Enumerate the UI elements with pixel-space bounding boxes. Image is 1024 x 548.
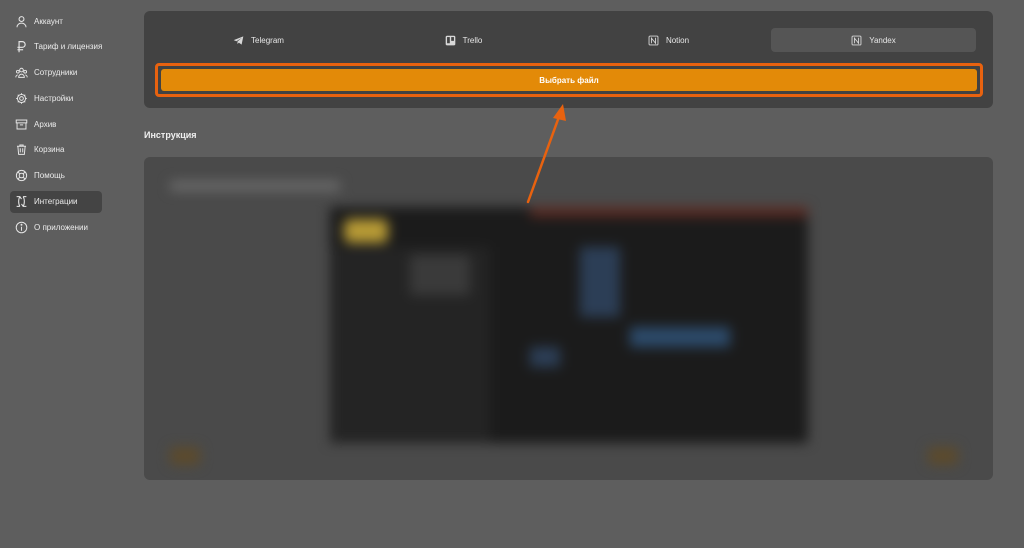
choose-file-highlight: Выбрать файл [155, 63, 983, 97]
sidebar-item-integrations[interactable]: Интеграции [10, 190, 102, 213]
sidebar-item-about[interactable]: О приложении [10, 216, 102, 238]
blurred-topbar [530, 207, 808, 217]
notion-icon [648, 35, 659, 46]
blurred-block [410, 255, 470, 295]
ruble-icon [15, 40, 28, 53]
tab-label: Notion [665, 35, 690, 45]
blurred-logo [344, 219, 388, 243]
sidebar-item-archive[interactable]: Архив [10, 113, 102, 135]
sidebar-item-account[interactable]: Аккаунт [10, 10, 102, 32]
sidebar: Аккаунт Тариф и лицензия Сотрудники Наст… [10, 10, 102, 242]
instruction-image [144, 157, 993, 480]
sidebar-item-tariff[interactable]: Тариф и лицензия [10, 36, 102, 58]
integration-tabs: Telegram Trello Notion Yandex [156, 28, 976, 52]
info-icon [15, 221, 28, 234]
sidebar-item-employees[interactable]: Сотрудники [10, 62, 102, 84]
gear-icon [15, 92, 28, 105]
integrations-icon [15, 195, 28, 208]
app-window: Аккаунт Тариф и лицензия Сотрудники Наст… [0, 0, 1024, 548]
tab-label: Trello [462, 35, 483, 45]
sidebar-item-label: Интеграции [34, 197, 78, 207]
instruction-title: Инструкция [144, 130, 197, 140]
sidebar-item-label: Сотрудники [34, 68, 78, 78]
sidebar-item-label: Корзина [34, 145, 65, 155]
integration-panel: Telegram Trello Notion Yandex Выбрать фа… [144, 11, 993, 108]
user-icon [15, 15, 28, 28]
team-icon [15, 66, 28, 79]
blurred-app-preview [330, 207, 808, 443]
sidebar-item-label: О приложении [34, 222, 88, 232]
tab-label: Yandex [869, 35, 896, 45]
tab-notion[interactable]: Notion [566, 28, 771, 52]
blurred-next-button [928, 447, 958, 465]
sidebar-item-label: Архив [34, 119, 57, 129]
sidebar-item-trash[interactable]: Корзина [10, 139, 102, 161]
tab-telegram[interactable]: Telegram [156, 28, 361, 52]
notion-icon [851, 35, 862, 46]
telegram-icon [233, 35, 244, 46]
sidebar-item-label: Тариф и лицензия [34, 42, 103, 52]
sidebar-item-label: Настройки [34, 93, 74, 103]
blurred-block [630, 327, 730, 347]
trash-icon [15, 143, 28, 156]
blurred-block [580, 247, 620, 317]
sidebar-item-label: Аккаунт [34, 16, 63, 26]
sidebar-item-help[interactable]: Помощь [10, 165, 102, 187]
tab-label: Telegram [251, 35, 284, 45]
blurred-prev-button [170, 447, 200, 465]
sidebar-item-label: Помощь [34, 171, 65, 181]
archive-icon [15, 118, 28, 131]
lifebuoy-icon [15, 169, 28, 182]
trello-icon [445, 35, 456, 46]
choose-file-button[interactable]: Выбрать файл [161, 69, 977, 91]
tab-trello[interactable]: Trello [361, 28, 566, 52]
blurred-screenshot [144, 157, 993, 480]
blurred-block [530, 347, 560, 367]
blurred-heading [170, 181, 340, 191]
sidebar-item-settings[interactable]: Настройки [10, 87, 102, 109]
tab-yandex[interactable]: Yandex [771, 28, 976, 52]
